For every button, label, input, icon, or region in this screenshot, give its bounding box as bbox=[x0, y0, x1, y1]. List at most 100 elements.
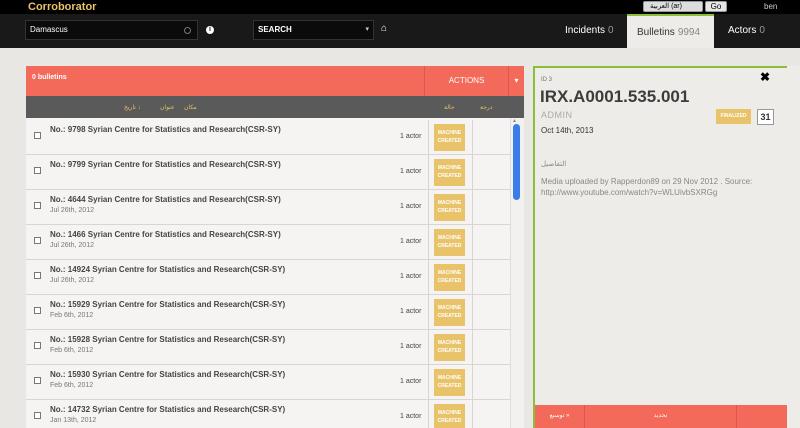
column-divider bbox=[472, 190, 473, 225]
language-select[interactable]: العربية (ar) bbox=[643, 1, 703, 12]
bulletin-list: No.: 9798 Syrian Centre for Statistics a… bbox=[26, 118, 510, 428]
row-date: Jan 13th, 2012 bbox=[50, 417, 97, 424]
sort-title-header[interactable]: عنوان bbox=[160, 104, 175, 112]
sort-score-header[interactable]: درجة bbox=[480, 104, 493, 112]
status-badge: FINALIZED bbox=[716, 109, 751, 124]
column-divider bbox=[472, 155, 473, 190]
clear-search-icon[interactable] bbox=[184, 27, 191, 34]
row-checkbox[interactable] bbox=[34, 132, 41, 139]
table-row[interactable]: No.: 15929 Syrian Centre for Statistics … bbox=[26, 295, 510, 330]
row-title: No.: 15930 Syrian Centre for Statistics … bbox=[50, 370, 286, 379]
row-title: No.: 9799 Syrian Centre for Statistics a… bbox=[50, 160, 281, 169]
column-divider bbox=[472, 400, 473, 428]
actions-dropdown-icon[interactable]: ▾ bbox=[508, 66, 524, 96]
go-button[interactable]: Go bbox=[705, 1, 727, 12]
row-actor-count: 1 actor bbox=[400, 168, 422, 175]
column-divider bbox=[472, 330, 473, 365]
info-icon[interactable]: i bbox=[206, 26, 214, 34]
bulletin-id: IRX.A0001.535.001 bbox=[540, 87, 690, 106]
column-divider bbox=[428, 155, 429, 190]
scrollbar-thumb[interactable] bbox=[513, 124, 520, 200]
row-actor-count: 1 actor bbox=[400, 133, 422, 140]
expand-button[interactable]: توسيع » bbox=[535, 405, 585, 428]
row-actor-count: 1 actor bbox=[400, 203, 422, 210]
row-title: No.: 4644 Syrian Centre for Statistics a… bbox=[50, 195, 281, 204]
status-badge: MACHINE CREATED bbox=[434, 229, 465, 256]
row-checkbox[interactable] bbox=[34, 377, 41, 384]
detail-scrollbar[interactable] bbox=[787, 66, 800, 428]
bulletin-count: 0 bulletins bbox=[32, 74, 67, 81]
bulletin-description: Media uploaded by Rapperdon89 on 29 Nov … bbox=[541, 177, 753, 197]
column-divider bbox=[428, 260, 429, 295]
column-divider bbox=[428, 225, 429, 260]
column-divider bbox=[428, 365, 429, 400]
status-badge: MACHINE CREATED bbox=[434, 159, 465, 186]
tab-label: Bulletins bbox=[637, 27, 675, 38]
detail-footer: توسيع » تحديد bbox=[535, 405, 787, 428]
column-header: تاريخ ↓ عنوان مكان حالة درجة bbox=[26, 96, 524, 118]
details-label: التفاصيل bbox=[541, 161, 567, 168]
tab-label: Actors bbox=[728, 25, 757, 36]
row-title: No.: 1466 Syrian Centre for Statistics a… bbox=[50, 230, 281, 239]
table-row[interactable]: No.: 14732 Syrian Centre for Statistics … bbox=[26, 400, 510, 428]
row-title: No.: 15929 Syrian Centre for Statistics … bbox=[50, 300, 286, 309]
list-header: 0 bulletins ACTIONS ▾ bbox=[26, 66, 524, 96]
row-date: Jul 26th, 2012 bbox=[50, 277, 94, 284]
search-input[interactable]: Damascus bbox=[25, 20, 198, 40]
sort-status-header[interactable]: حالة bbox=[444, 104, 455, 112]
actions-button[interactable]: ACTIONS bbox=[424, 66, 508, 96]
status-badge: MACHINE CREATED bbox=[434, 404, 465, 428]
row-checkbox[interactable] bbox=[34, 412, 41, 419]
close-icon[interactable]: ✖ bbox=[760, 70, 770, 84]
row-checkbox[interactable] bbox=[34, 202, 41, 209]
home-icon[interactable]: ⌂ bbox=[381, 24, 387, 34]
row-title: No.: 9798 Syrian Centre for Statistics a… bbox=[50, 125, 281, 134]
chevron-down-icon: ▾ bbox=[365, 26, 369, 33]
search-type-select[interactable]: SEARCH ▾ bbox=[253, 20, 374, 40]
tab-incidents[interactable]: Incidents 0 bbox=[555, 14, 627, 48]
tab-count: 9994 bbox=[677, 27, 701, 38]
status-badge: MACHINE CREATED bbox=[434, 334, 465, 361]
row-date: Jul 26th, 2012 bbox=[50, 242, 94, 249]
tab-count: 0 bbox=[759, 25, 765, 36]
table-row[interactable]: No.: 9798 Syrian Centre for Statistics a… bbox=[26, 120, 510, 155]
tab-bulletins[interactable]: Bulletins 9994 bbox=[627, 14, 714, 48]
row-date: Feb 6th, 2012 bbox=[50, 347, 94, 354]
row-checkbox[interactable] bbox=[34, 272, 41, 279]
status-badge: MACHINE CREATED bbox=[434, 369, 465, 396]
username[interactable]: ben bbox=[764, 0, 777, 14]
column-divider bbox=[472, 120, 473, 155]
column-divider bbox=[428, 190, 429, 225]
row-checkbox[interactable] bbox=[34, 307, 41, 314]
column-divider bbox=[472, 225, 473, 260]
status-badge: MACHINE CREATED bbox=[434, 124, 465, 151]
column-divider bbox=[472, 365, 473, 400]
sort-date-header[interactable]: تاريخ ↓ bbox=[124, 104, 141, 112]
search-type-label: SEARCH bbox=[258, 25, 292, 34]
table-row[interactable]: No.: 14924 Syrian Centre for Statistics … bbox=[26, 260, 510, 295]
row-date: Jul 26th, 2012 bbox=[50, 207, 94, 214]
table-row[interactable]: No.: 15930 Syrian Centre for Statistics … bbox=[26, 365, 510, 400]
table-row[interactable]: No.: 1466 Syrian Centre for Statistics a… bbox=[26, 225, 510, 260]
app-logo[interactable]: Corroborator bbox=[28, 0, 96, 14]
status-badge: MACHINE CREATED bbox=[434, 299, 465, 326]
table-row[interactable]: No.: 4644 Syrian Centre for Statistics a… bbox=[26, 190, 510, 225]
table-row[interactable]: No.: 15928 Syrian Centre for Statistics … bbox=[26, 330, 510, 365]
row-actor-count: 1 actor bbox=[400, 308, 422, 315]
row-checkbox[interactable] bbox=[34, 237, 41, 244]
bulletin-date: Oct 14th, 2013 bbox=[541, 126, 594, 135]
sort-location-header[interactable]: مكان bbox=[184, 104, 197, 112]
search-value: Damascus bbox=[30, 25, 68, 34]
tab-actors[interactable]: Actors 0 bbox=[714, 14, 800, 48]
update-button[interactable]: تحديد bbox=[585, 405, 737, 428]
row-checkbox[interactable] bbox=[34, 167, 41, 174]
row-date: Feb 6th, 2012 bbox=[50, 312, 94, 319]
column-divider bbox=[428, 120, 429, 155]
column-divider bbox=[472, 295, 473, 330]
table-row[interactable]: No.: 9799 Syrian Centre for Statistics a… bbox=[26, 155, 510, 190]
column-divider bbox=[428, 400, 429, 428]
row-actor-count: 1 actor bbox=[400, 378, 422, 385]
status-badge: MACHINE CREATED bbox=[434, 264, 465, 291]
row-actor-count: 1 actor bbox=[400, 273, 422, 280]
row-checkbox[interactable] bbox=[34, 342, 41, 349]
